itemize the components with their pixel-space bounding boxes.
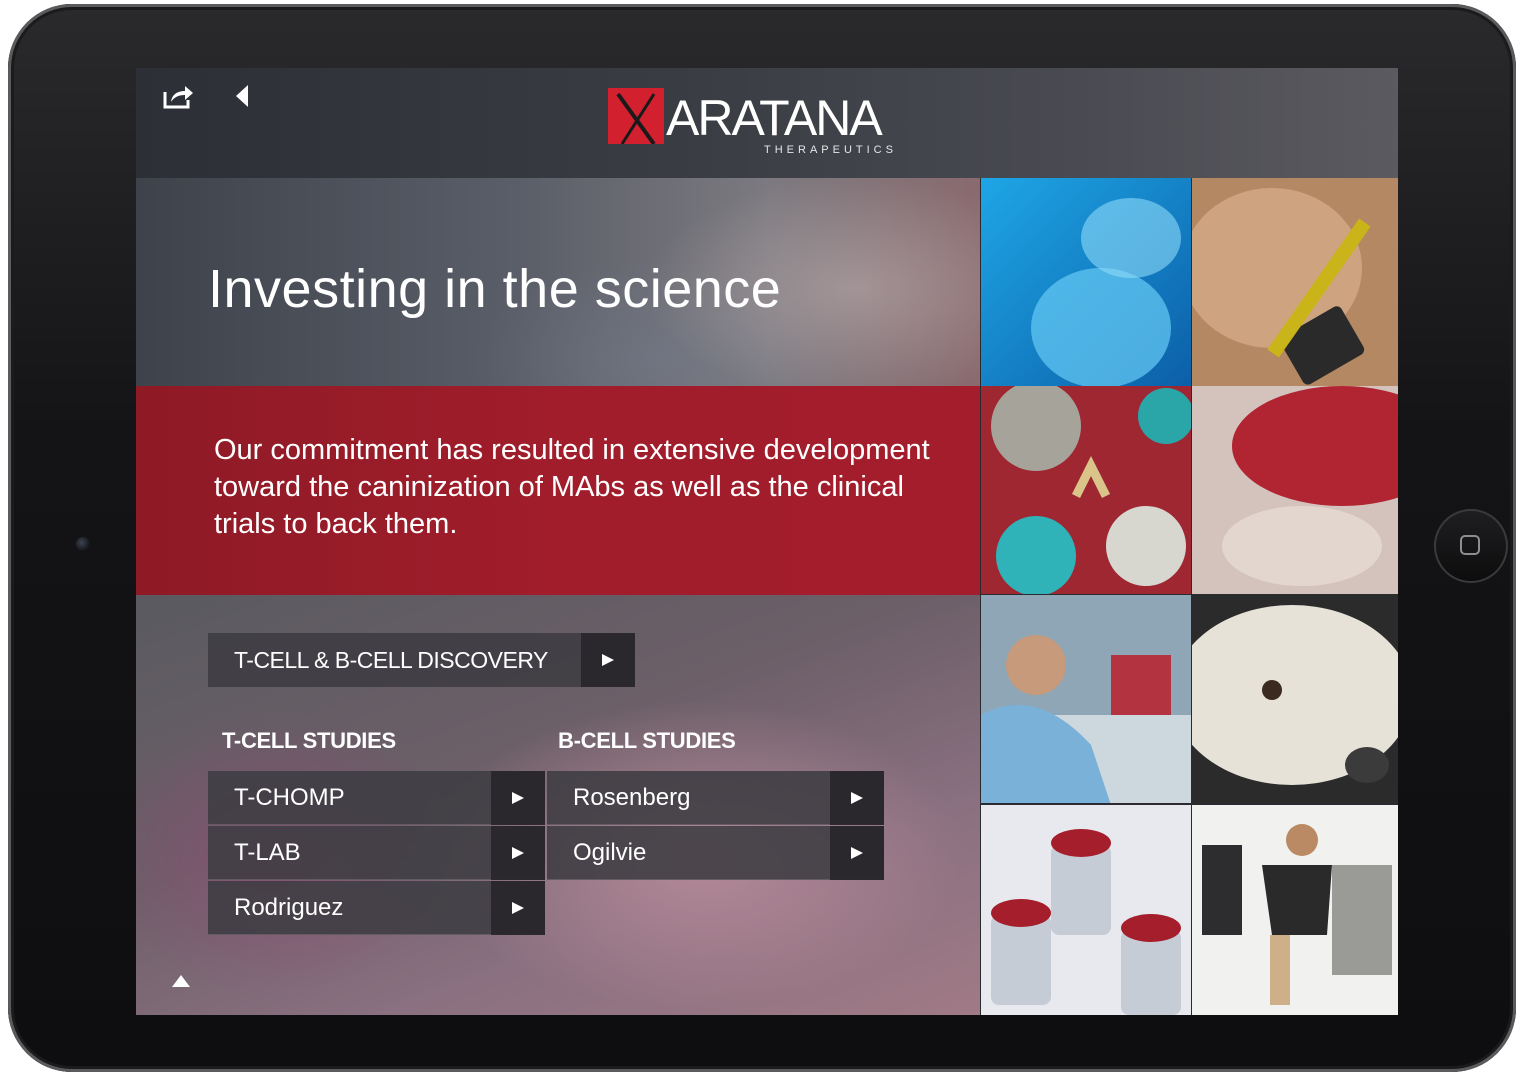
photo-red-abstract	[1192, 386, 1398, 594]
page-title: Investing in the science	[208, 259, 782, 319]
home-button[interactable]	[1434, 509, 1508, 583]
front-camera	[76, 537, 90, 551]
play-arrow-icon	[830, 771, 884, 825]
hero-banner: Investing in the science	[136, 178, 980, 386]
logo-mark	[608, 88, 664, 144]
up-caret-icon[interactable]	[170, 973, 192, 989]
study-label: T-LAB	[234, 839, 301, 866]
photo-dog	[1192, 595, 1398, 803]
photo-lab-technician	[1192, 805, 1398, 1015]
play-arrow-icon	[491, 771, 545, 825]
study-label: Rodriguez	[234, 894, 344, 921]
back-arrow-icon[interactable]	[234, 84, 250, 108]
logo-tagline: THERAPEUTICS	[764, 144, 897, 156]
app-screen: ARATANA THERAPEUTICS Investing in the sc…	[136, 68, 1398, 1015]
t-cell-heading: T-CELL STUDIES	[222, 728, 396, 753]
play-arrow-icon	[581, 633, 635, 687]
study-button-rodriguez[interactable]: Rodriguez	[208, 881, 545, 935]
study-label: T-CHOMP	[234, 784, 345, 811]
study-button-t-chomp[interactable]: T-CHOMP	[208, 771, 545, 825]
discovery-button[interactable]: T-CELL & B-CELL DISCOVERY	[208, 633, 635, 687]
discovery-button-label: T-CELL & B-CELL DISCOVERY	[234, 647, 548, 673]
top-bar: ARATANA THERAPEUTICS	[136, 68, 1398, 178]
b-cell-heading: B-CELL STUDIES	[558, 728, 736, 753]
study-label: Ogilvie	[573, 839, 647, 866]
play-arrow-icon	[491, 881, 545, 935]
photo-caliper-measurement	[1192, 178, 1398, 386]
study-button-rosenberg[interactable]: Rosenberg	[547, 771, 884, 825]
intro-band: Our commitment has resulted in extensive…	[136, 386, 980, 595]
photo-gloved-hand	[981, 178, 1191, 386]
play-arrow-icon	[830, 826, 884, 880]
photo-lab-scientist	[981, 595, 1191, 803]
study-button-ogilvie[interactable]: Ogilvie	[547, 826, 884, 880]
share-icon[interactable]	[162, 82, 194, 110]
company-logo: ARATANA THERAPEUTICS	[608, 84, 908, 160]
intro-text: Our commitment has resulted in extensive…	[214, 434, 930, 540]
study-button-t-lab[interactable]: T-LAB	[208, 826, 545, 880]
play-arrow-icon	[491, 826, 545, 880]
photo-antibodies-illustration	[981, 386, 1191, 594]
home-button-icon	[1460, 535, 1480, 555]
logo-wordmark: ARATANA	[666, 90, 883, 146]
photo-vials	[981, 805, 1191, 1015]
study-label: Rosenberg	[573, 784, 691, 811]
